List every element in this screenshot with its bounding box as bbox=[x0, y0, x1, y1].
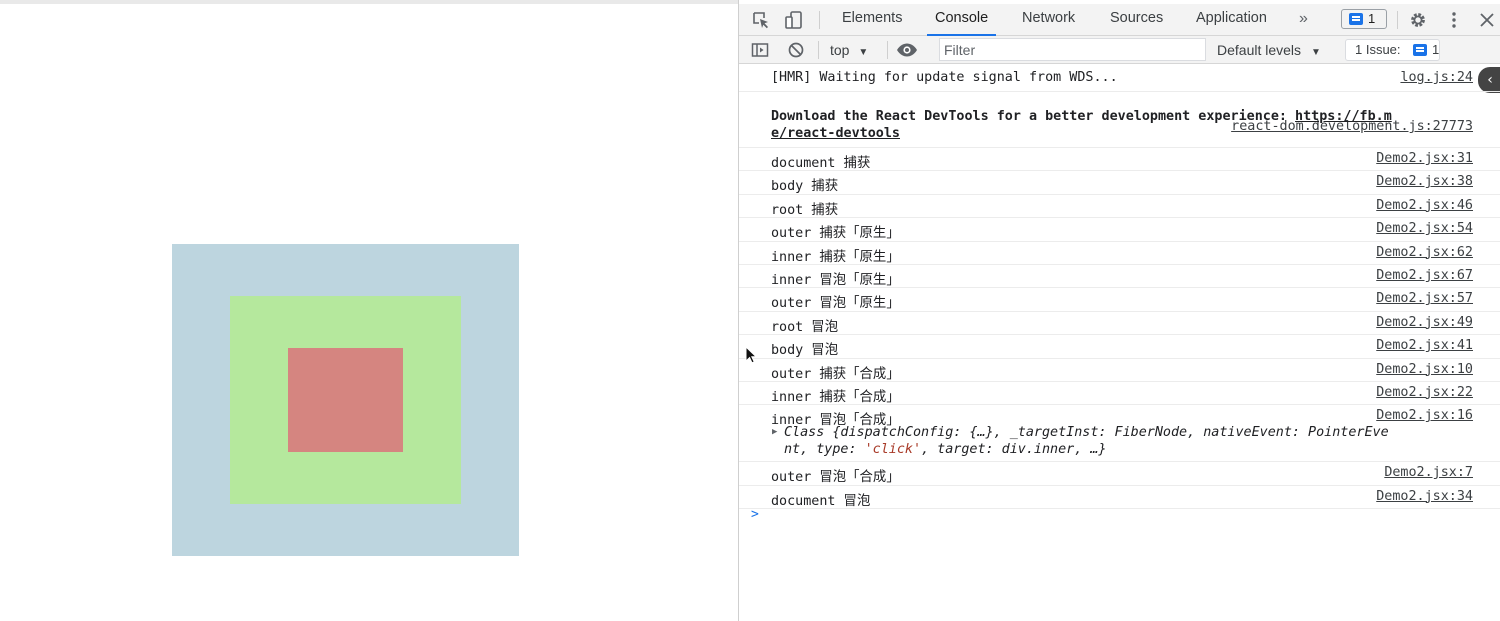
top-border bbox=[0, 0, 738, 4]
source-link[interactable]: Demo2.jsx:62 bbox=[1376, 245, 1473, 260]
source-link[interactable]: Demo2.jsx:41 bbox=[1376, 338, 1473, 353]
close-icon[interactable] bbox=[1477, 10, 1497, 30]
source-link[interactable]: Demo2.jsx:22 bbox=[1376, 385, 1473, 400]
message-text: inner 冒泡「原生」 bbox=[771, 272, 900, 288]
message-text: root 冒泡 bbox=[771, 319, 839, 335]
message-text: body 冒泡 bbox=[771, 343, 839, 359]
tab-network[interactable]: Network bbox=[1022, 4, 1075, 35]
console-message: inner 冒泡「原生」 Demo2.jsx:67 bbox=[739, 265, 1500, 289]
message-text: root 捕获 bbox=[771, 202, 839, 218]
separator bbox=[1397, 11, 1398, 29]
message-text: Download the React DevTools for a better… bbox=[771, 109, 1296, 124]
console-message: outer 捕获「合成」 Demo2.jsx:10 bbox=[739, 359, 1500, 382]
kebab-menu-icon[interactable] bbox=[1444, 10, 1464, 30]
message-text: outer 捕获「合成」 bbox=[771, 366, 900, 382]
levels-label: Default levels bbox=[1217, 42, 1302, 58]
more-tabs-button[interactable]: » bbox=[1299, 4, 1308, 35]
separator bbox=[819, 11, 820, 29]
separator bbox=[887, 41, 888, 59]
source-link[interactable]: Demo2.jsx:31 bbox=[1376, 151, 1473, 166]
issue-icon bbox=[1413, 44, 1427, 56]
console-message: root 捕获 Demo2.jsx:46 bbox=[739, 195, 1500, 219]
message-count: 1 bbox=[1368, 11, 1376, 26]
console-message: body 捕获 Demo2.jsx:38 bbox=[739, 171, 1500, 195]
context-selector[interactable]: top ▼ bbox=[830, 40, 868, 60]
messages-badge[interactable]: 1 bbox=[1341, 9, 1387, 29]
issues-button[interactable]: 1 Issue: 1 bbox=[1345, 39, 1440, 61]
page-viewport bbox=[0, 0, 738, 621]
message-text: document 捕获 bbox=[771, 156, 871, 171]
issues-count: 1 bbox=[1432, 42, 1440, 57]
devtools-tabbar: Elements Console Network Sources Applica… bbox=[739, 4, 1500, 36]
message-text: outer 冒泡「原生」 bbox=[771, 296, 900, 312]
console-message: inner 冒泡「合成」 Demo2.jsx:16 ▶ Class {dispa… bbox=[739, 405, 1500, 463]
source-link[interactable]: Demo2.jsx:46 bbox=[1376, 198, 1473, 213]
message-text: [HMR] Waiting for update signal from WDS… bbox=[771, 70, 1118, 85]
obj-text: , target: div.inner, …} bbox=[921, 442, 1107, 458]
console-message: document 冒泡 Demo2.jsx:34 bbox=[739, 486, 1500, 510]
tab-application[interactable]: Application bbox=[1196, 4, 1267, 35]
source-link[interactable]: Demo2.jsx:38 bbox=[1376, 174, 1473, 189]
tab-sources[interactable]: Sources bbox=[1110, 4, 1163, 35]
expand-triangle-icon[interactable]: ▶ bbox=[772, 427, 777, 437]
gear-icon[interactable] bbox=[1408, 10, 1428, 30]
source-link[interactable]: Demo2.jsx:10 bbox=[1376, 362, 1473, 377]
console-message: outer 捕获「原生」 Demo2.jsx:54 bbox=[739, 218, 1500, 242]
console-message: outer 冒泡「合成」 Demo2.jsx:7 bbox=[739, 462, 1500, 486]
object-preview[interactable]: Class {dispatchConfig: {…}, _targetInst:… bbox=[784, 425, 1389, 440]
log-levels-dropdown[interactable]: Default levels ▼ bbox=[1217, 40, 1321, 60]
source-link[interactable]: Demo2.jsx:49 bbox=[1376, 315, 1473, 330]
react-devtools-message: Download the React DevTools for a better… bbox=[771, 109, 1392, 124]
console-message: root 冒泡 Demo2.jsx:49 bbox=[739, 312, 1500, 336]
devtools-panel: Elements Console Network Sources Applica… bbox=[738, 0, 1500, 621]
source-link[interactable]: Demo2.jsx:16 bbox=[1376, 408, 1473, 423]
inner-div[interactable] bbox=[288, 348, 403, 452]
message-text: outer 捕获「原生」 bbox=[771, 226, 900, 242]
obj-text: nt, type: bbox=[784, 442, 865, 458]
message-text: outer 冒泡「合成」 bbox=[771, 470, 900, 486]
source-link[interactable]: Demo2.jsx:34 bbox=[1376, 489, 1473, 504]
tab-elements[interactable]: Elements bbox=[842, 4, 902, 35]
context-value: top bbox=[830, 42, 850, 58]
console-toolbar: top ▼ Default levels ▼ 1 Issue: 1 ‹ bbox=[739, 36, 1500, 93]
mouse-cursor-icon bbox=[745, 346, 757, 364]
react-devtools-link-cont[interactable]: e/react-devtools bbox=[771, 126, 900, 141]
console-message: inner 捕获「合成」 Demo2.jsx:22 bbox=[739, 382, 1500, 406]
source-link[interactable]: Demo2.jsx:54 bbox=[1376, 221, 1473, 236]
clear-console-icon[interactable] bbox=[786, 40, 806, 60]
console-message: [HMR] Waiting for update signal from WDS… bbox=[739, 65, 1500, 92]
console-message: inner 捕获「原生」 Demo2.jsx:62 bbox=[739, 242, 1500, 265]
source-link[interactable]: Demo2.jsx:7 bbox=[1384, 465, 1473, 480]
source-link[interactable]: Demo2.jsx:67 bbox=[1376, 268, 1473, 283]
filter-input[interactable] bbox=[939, 38, 1206, 61]
sidebar-toggle-icon[interactable] bbox=[750, 40, 770, 60]
message-icon bbox=[1349, 13, 1363, 25]
issues-label: 1 Issue: bbox=[1355, 42, 1401, 57]
message-text: inner 捕获「合成」 bbox=[771, 389, 900, 405]
console-prompt[interactable]: > bbox=[751, 507, 759, 522]
eye-icon[interactable] bbox=[895, 40, 919, 60]
message-text: document 冒泡 bbox=[771, 493, 871, 509]
message-text: inner 捕获「原生」 bbox=[771, 249, 900, 265]
message-text: body 捕获 bbox=[771, 179, 839, 195]
source-link[interactable]: Demo2.jsx:57 bbox=[1376, 291, 1473, 306]
dropdown-arrow-icon: ▼ bbox=[1310, 47, 1321, 58]
react-devtools-link[interactable]: https://fb.m bbox=[1295, 109, 1392, 124]
dropdown-arrow-icon: ▼ bbox=[858, 47, 869, 58]
separator bbox=[818, 41, 819, 59]
source-link[interactable]: log.js:24 bbox=[1400, 70, 1473, 85]
console-message: document 捕获 Demo2.jsx:31 bbox=[739, 148, 1500, 172]
console-message: body 冒泡 Demo2.jsx:41 bbox=[739, 335, 1500, 359]
object-preview-cont[interactable]: nt, type: 'click', target: div.inner, …} bbox=[784, 442, 1107, 457]
inspect-element-icon[interactable] bbox=[751, 10, 771, 30]
device-toolbar-icon[interactable] bbox=[784, 10, 804, 30]
console-message: outer 冒泡「原生」 Demo2.jsx:57 bbox=[739, 288, 1500, 312]
tab-console[interactable]: Console bbox=[926, 4, 997, 36]
obj-string: 'click' bbox=[864, 442, 922, 458]
